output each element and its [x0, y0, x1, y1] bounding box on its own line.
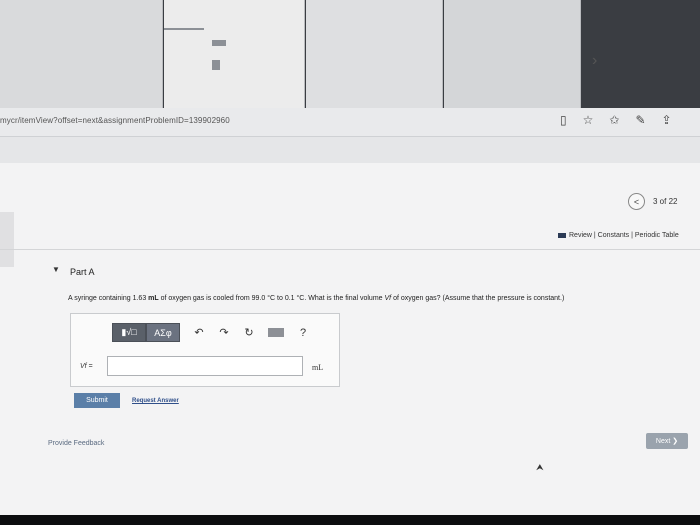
reset-icon[interactable]: ↻ — [243, 326, 255, 339]
reader-icon[interactable]: ▯ — [560, 113, 567, 127]
review-links-text[interactable]: Review | Constants | Periodic Table — [569, 232, 679, 239]
address-bar: mycr/itemView?offset=next&assignmentProb… — [0, 108, 700, 137]
part-title[interactable]: Part A — [70, 267, 95, 277]
thumbnail-2[interactable] — [164, 0, 305, 108]
page: < 3 of 22 Review | Constants | Periodic … — [0, 137, 700, 515]
thumbnail-4[interactable] — [444, 0, 581, 108]
submit-button[interactable]: Submit — [74, 393, 120, 408]
next-button[interactable]: Next ❯ — [646, 433, 688, 449]
toolbar-button-group: ▮√□ ΑΣφ — [112, 323, 180, 342]
screen-bezel — [0, 515, 700, 525]
pen-icon[interactable]: ✎ — [635, 113, 645, 127]
star-icon[interactable]: ☆ — [583, 113, 594, 127]
keyboard-icon[interactable] — [268, 328, 284, 337]
review-links[interactable]: Review | Constants | Periodic Table — [558, 232, 679, 239]
question-middle: of oxygen gas is cooled from 99.0 °C to … — [158, 295, 385, 302]
review-icon — [558, 232, 566, 238]
tab-thumbnails: › — [0, 0, 700, 108]
answer-input[interactable] — [107, 356, 303, 376]
thumbnail-3[interactable] — [306, 0, 443, 108]
question-prefix: A syringe containing 1.63 — [68, 295, 149, 302]
previous-problem-button[interactable]: < — [628, 193, 645, 210]
request-answer-link[interactable]: Request Answer — [132, 398, 179, 404]
problem-pager: < 3 of 22 — [628, 193, 677, 210]
share-icon[interactable]: ⇪ — [662, 113, 672, 127]
divider — [0, 249, 700, 250]
greek-symbols-button[interactable]: ΑΣφ — [146, 323, 180, 342]
chevron-right-icon[interactable]: › — [592, 52, 597, 70]
page-header-band — [0, 137, 700, 163]
mouse-cursor-icon: ⮝ — [536, 462, 544, 472]
math-toolbar: ▮√□ ΑΣφ ↶ ↷ ↻ ? — [112, 323, 309, 342]
question-unit: mL — [148, 295, 159, 302]
left-gutter — [0, 212, 14, 267]
help-icon[interactable]: ? — [297, 327, 309, 339]
provide-feedback-link[interactable]: Provide Feedback — [48, 440, 104, 447]
answer-unit: mL — [312, 363, 324, 372]
thumbnail-1[interactable] — [0, 0, 163, 108]
url-text[interactable]: mycr/itemView?offset=next&assignmentProb… — [0, 116, 230, 125]
redo-icon[interactable]: ↷ — [218, 326, 230, 339]
problem-position: 3 of 22 — [653, 197, 678, 206]
favorites-icon[interactable]: ✩ — [609, 113, 619, 127]
templates-button[interactable]: ▮√□ — [112, 323, 146, 342]
browser-toolbar: ▯ ☆ ✩ ✎ ⇪ — [560, 113, 672, 127]
collapse-caret-icon[interactable]: ▼ — [52, 265, 60, 274]
answer-variable-label: Vf = — [80, 363, 93, 370]
question-suffix: of oxygen gas? (Assume that the pressure… — [391, 295, 565, 302]
undo-icon[interactable]: ↶ — [193, 326, 205, 339]
question-text: A syringe containing 1.63 mL of oxygen g… — [68, 295, 564, 302]
